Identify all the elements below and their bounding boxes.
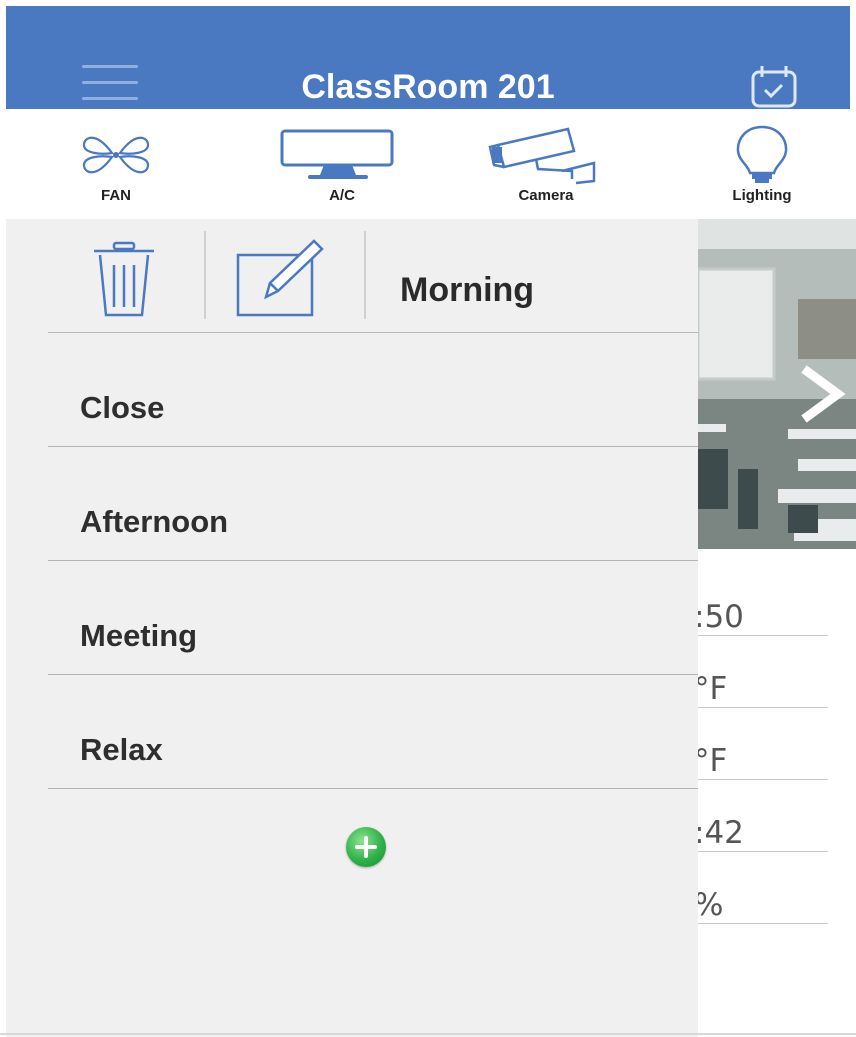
device-label: Camera bbox=[518, 187, 574, 204]
ac-icon bbox=[272, 123, 412, 185]
app-header: ClassRoom 201 bbox=[6, 6, 850, 109]
page-title: ClassRoom 201 bbox=[301, 68, 555, 106]
scene-item-close[interactable]: Close bbox=[48, 333, 698, 447]
edit-icon[interactable] bbox=[234, 235, 330, 319]
calendar-icon[interactable] bbox=[748, 64, 808, 110]
plus-icon bbox=[355, 836, 377, 858]
reading-time: :50 bbox=[694, 595, 828, 636]
bottom-divider bbox=[0, 1033, 856, 1035]
fan-icon bbox=[46, 123, 186, 185]
lightbulb-icon bbox=[692, 123, 832, 185]
scene-label: Meeting bbox=[80, 618, 198, 653]
camera-preview[interactable] bbox=[698, 219, 856, 549]
tab-lighting[interactable]: Lighting bbox=[692, 109, 832, 219]
camera-icon bbox=[476, 123, 616, 185]
scene-label: Relax bbox=[80, 732, 163, 767]
scene-label: Close bbox=[80, 390, 165, 425]
device-label: Lighting bbox=[732, 187, 792, 204]
tab-fan[interactable]: FAN bbox=[46, 109, 186, 219]
scene-item-afternoon[interactable]: Afternoon bbox=[48, 447, 698, 561]
drawer-toolbar: Morning bbox=[48, 219, 698, 333]
device-label: FAN bbox=[101, 187, 131, 204]
scene-item-meeting[interactable]: Meeting bbox=[48, 561, 698, 675]
scene-item-relax[interactable]: Relax bbox=[48, 675, 698, 789]
trash-icon[interactable] bbox=[88, 239, 160, 319]
scene-drawer: Morning Close Afternoon Meeting Relax bbox=[6, 219, 698, 1037]
reading-temperature-2: °F bbox=[694, 739, 828, 780]
device-tabs: FAN A/C Camera Lighting bbox=[0, 109, 856, 219]
current-scene-label: Morning bbox=[400, 271, 535, 309]
reading-humidity: % bbox=[694, 883, 828, 924]
reading-time-2: :42 bbox=[694, 811, 828, 852]
tab-ac[interactable]: A/C bbox=[272, 109, 412, 219]
device-label: A/C bbox=[329, 187, 355, 204]
toolbar-divider bbox=[364, 231, 366, 319]
reading-temperature: °F bbox=[694, 667, 828, 708]
add-scene-button[interactable] bbox=[346, 827, 386, 867]
tab-camera[interactable]: Camera bbox=[476, 109, 616, 219]
scene-label: Afternoon bbox=[80, 504, 229, 539]
toolbar-divider bbox=[204, 231, 206, 319]
